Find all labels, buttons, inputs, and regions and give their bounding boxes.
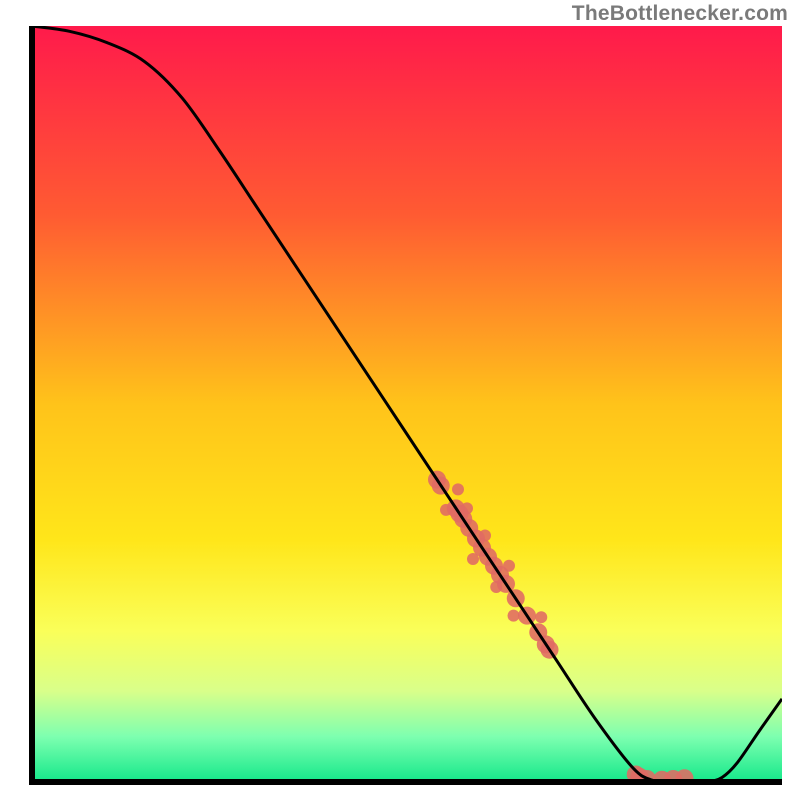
data-point [535, 611, 547, 623]
bottleneck-chart: TheBottlenecker.com [0, 0, 800, 800]
data-point [508, 610, 520, 622]
data-point [452, 483, 464, 495]
gradient-background [32, 26, 782, 782]
chart-svg [0, 0, 800, 800]
watermark-label: TheBottlenecker.com [572, 2, 788, 26]
